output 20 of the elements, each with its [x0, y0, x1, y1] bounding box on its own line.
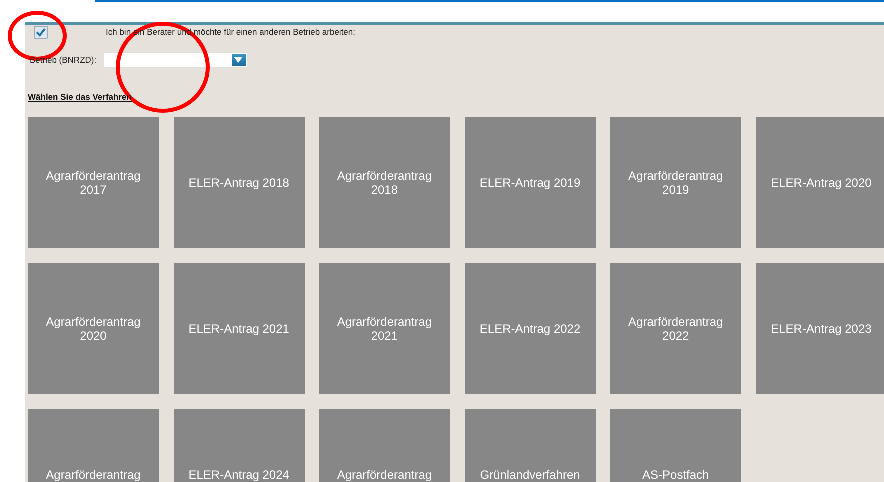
- procedure-tile[interactable]: Agrarförderantrag 2017: [28, 117, 159, 248]
- procedure-tile[interactable]: Agrarförderantrag 2021: [319, 263, 450, 394]
- procedure-tile[interactable]: Grünlandverfahren: [464, 409, 596, 482]
- procedure-tile[interactable]: ELER-Antrag 2019: [464, 117, 596, 248]
- procedure-tile[interactable]: ELER-Antrag 2021: [174, 263, 305, 394]
- checkbox[interactable]: [34, 26, 48, 38]
- dropdown-field[interactable]: [102, 52, 248, 68]
- procedure-tile[interactable]: ELER-Antrag 2023: [756, 263, 884, 394]
- procedure-tile[interactable]: ELER-Antrag 2022: [464, 263, 596, 394]
- procedure-tile[interactable]: Agrarförderantrag 2018: [319, 117, 450, 248]
- procedure-tile[interactable]: ELER-Antrag 2024: [174, 409, 305, 482]
- procedure-tile[interactable]: Agrarförderantrag 2022: [610, 263, 742, 394]
- procedure-tile[interactable]: ELER-Antrag 2018: [174, 117, 305, 248]
- procedure-tile[interactable]: Agrarförderantrag: [28, 409, 159, 482]
- dropdown-caret-icon[interactable]: [232, 54, 246, 66]
- procedure-tile[interactable]: Agrarförderantrag: [319, 409, 450, 482]
- procedure-tile[interactable]: Agrarförderantrag 2019: [610, 117, 742, 248]
- procedure-tile[interactable]: ELER-Antrag 2020: [756, 117, 884, 248]
- procedure-tile[interactable]: AS-Postfach: [610, 409, 742, 482]
- procedure-tile[interactable]: Agrarförderantrag 2020: [28, 263, 159, 394]
